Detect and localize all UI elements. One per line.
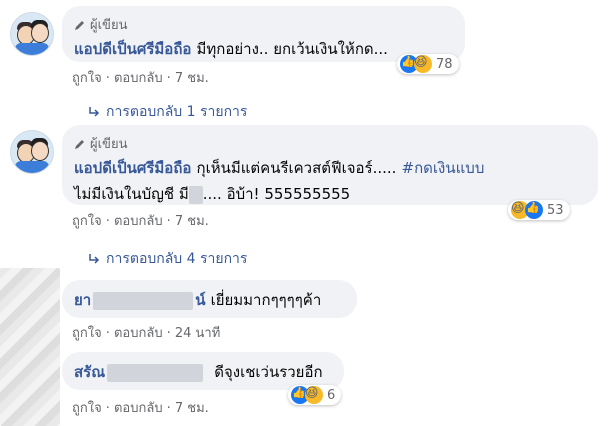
- comment-text: มีทุกอย่าง.. ยกเว้นเงินให้กด...: [196, 40, 388, 58]
- author-avatar[interactable]: [10, 12, 54, 56]
- timestamp[interactable]: 7 ชม.: [175, 71, 209, 86]
- timestamp[interactable]: 7 ชม.: [175, 214, 209, 229]
- blurred-name: [107, 363, 204, 382]
- like-link[interactable]: ถูกใจ: [72, 214, 102, 229]
- comment-text: กุเห็นมีแต่คนรีเควสต์ฟีเจอร์.....: [196, 159, 397, 177]
- comment-bubble: ยา น์ เยี่ยมมากๆๆๆๆค้า: [62, 280, 357, 318]
- pencil-icon: [75, 139, 84, 149]
- reply-arrow-icon: [89, 107, 100, 117]
- timestamp[interactable]: 24 นาที: [175, 326, 220, 341]
- view-replies-link[interactable]: การตอบกลับ 4 รายการ: [88, 248, 247, 270]
- reply-link[interactable]: ตอบกลับ: [114, 401, 163, 416]
- reaction-summary[interactable]: 6: [288, 385, 342, 405]
- reply-link[interactable]: ตอบกลับ: [114, 71, 163, 86]
- view-replies-link[interactable]: การตอบกลับ 1 รายการ: [88, 101, 247, 123]
- reaction-summary[interactable]: 78: [397, 54, 459, 74]
- like-link[interactable]: ถูกใจ: [72, 326, 102, 341]
- reply-link[interactable]: ตอบกลับ: [114, 326, 163, 341]
- comment-actions: ถูกใจ · ตอบกลับ · 7 ชม.: [72, 401, 209, 416]
- blurred-name: [93, 291, 194, 310]
- reaction-summary[interactable]: 53: [508, 200, 570, 220]
- comment-actions: ถูกใจ · ตอบกลับ · 7 ชม.: [72, 214, 209, 229]
- reply-link[interactable]: ตอบกลับ: [114, 214, 163, 229]
- timestamp[interactable]: 7 ชม.: [175, 401, 209, 416]
- commenter-name[interactable]: แอปดีเป็นศรีมือถือ: [74, 40, 191, 58]
- like-link[interactable]: ถูกใจ: [72, 71, 102, 86]
- author-badge: ผู้เขียน: [74, 14, 453, 35]
- haha-icon: [414, 55, 432, 73]
- comment-text-line2: ไม่มีเงินในบัญชี มี.... อิบ้า! 555555555: [74, 185, 351, 204]
- hashtag-link[interactable]: #กดเงินแบบ: [402, 159, 485, 177]
- comment-text: เยี่ยมมากๆๆๆๆค้า: [210, 291, 322, 309]
- comment-text: ดีจุงเชเว่นรวยอีก: [214, 363, 323, 381]
- comment-bubble: ผู้เขียน แอปดีเป็นศรีมือถือ กุเห็นมีแต่ค…: [62, 125, 598, 205]
- author-badge: ผู้เขียน: [74, 133, 586, 154]
- comment-actions: ถูกใจ · ตอบกลับ · 7 ชม.: [72, 71, 209, 86]
- like-link[interactable]: ถูกใจ: [72, 401, 102, 416]
- blurred-text: [188, 185, 203, 204]
- like-icon: [525, 201, 543, 219]
- reply-arrow-icon: [89, 254, 100, 264]
- author-avatar[interactable]: [10, 130, 54, 174]
- blurred-avatar: [0, 268, 60, 426]
- commenter-name[interactable]: สรัณ: [74, 363, 105, 381]
- comment-actions: ถูกใจ · ตอบกลับ · 24 นาที: [72, 326, 221, 341]
- haha-icon: [305, 386, 323, 404]
- pencil-icon: [75, 20, 84, 30]
- commenter-name[interactable]: แอปดีเป็นศรีมือถือ: [74, 159, 191, 177]
- commenter-name[interactable]: ยา: [74, 291, 91, 309]
